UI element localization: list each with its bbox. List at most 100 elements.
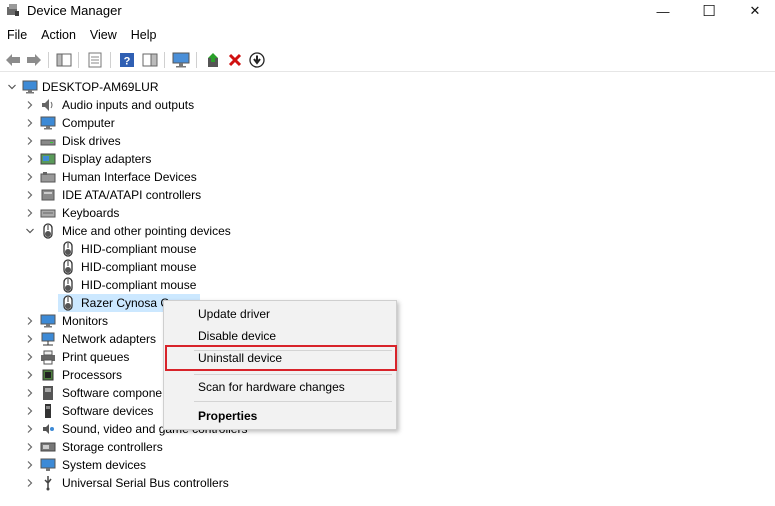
category-expand-chevron-icon[interactable] [25, 208, 35, 218]
menu-bar: File Action View Help [0, 25, 164, 45]
printer-icon [41, 350, 55, 365]
tree-category-label: Monitors [62, 314, 109, 328]
mouse-icon [63, 295, 73, 311]
context-properties[interactable]: Properties [164, 405, 396, 427]
help-icon: ? [120, 53, 134, 68]
monitor-icon [40, 116, 56, 130]
scan-hardware-button[interactable] [172, 51, 190, 69]
root-expand-chevron-icon[interactable] [7, 82, 17, 92]
context-menu: Update driver Disable device Uninstall d… [163, 300, 397, 430]
maximize-icon: ☐ [702, 3, 716, 20]
tree-category-label: Processors [62, 368, 123, 382]
close-icon: ✕ [749, 3, 761, 18]
display-adapter-icon [40, 153, 56, 165]
properties-toolbar-button[interactable] [86, 51, 104, 69]
disable-device-button[interactable] [248, 51, 266, 69]
category-expand-chevron-icon[interactable] [25, 118, 35, 128]
category-expand-chevron-icon[interactable] [25, 370, 35, 380]
usb-icon [44, 476, 52, 491]
category-collapse-chevron-icon[interactable] [25, 226, 35, 236]
mouse-icon [43, 223, 53, 239]
category-expand-chevron-icon[interactable] [25, 334, 35, 344]
software-component-icon [43, 386, 53, 400]
tree-device-label: HID-compliant mouse [81, 242, 197, 256]
storage-icon [40, 442, 56, 452]
software-device-icon [45, 404, 51, 418]
category-expand-chevron-icon[interactable] [25, 352, 35, 362]
forward-button[interactable] [25, 51, 43, 69]
action-pane-button[interactable] [141, 51, 159, 69]
uninstall-highlight-box [165, 345, 397, 371]
back-button[interactable] [4, 51, 22, 69]
network-icon [41, 332, 55, 346]
tree-category-label: Universal Serial Bus controllers [62, 476, 229, 490]
toolbar-separator [196, 52, 197, 68]
tree-category-label: Computer [62, 116, 115, 130]
category-expand-chevron-icon[interactable] [25, 406, 35, 416]
category-expand-chevron-icon[interactable] [25, 172, 35, 182]
svg-text:?: ? [124, 56, 131, 68]
category-expand-chevron-icon[interactable] [25, 460, 35, 470]
minimize-icon: — [656, 3, 670, 19]
title-bar: Device Manager — ☐ ✕ [0, 0, 775, 22]
tree-category-label: Keyboards [62, 206, 120, 220]
tree-device-label: HID-compliant mouse [81, 278, 197, 292]
tree-category-label: Network adapters [62, 332, 157, 346]
properties-sheet-icon [88, 52, 102, 68]
mouse-icon [63, 241, 73, 257]
tree-device-label: Razer Cynosa C [81, 296, 170, 310]
menu-view[interactable]: View [83, 25, 124, 45]
menu-help[interactable]: Help [124, 25, 164, 45]
context-scan-hardware[interactable]: Scan for hardware changes [164, 376, 396, 398]
red-x-icon [228, 53, 242, 67]
toolbar-separator [48, 52, 49, 68]
forward-arrow-icon [27, 54, 41, 66]
category-expand-chevron-icon[interactable] [25, 154, 35, 164]
category-expand-chevron-icon[interactable] [25, 136, 35, 146]
help-button[interactable]: ? [118, 51, 136, 69]
toolbar-separator [78, 52, 79, 68]
show-hide-console-button[interactable] [55, 51, 73, 69]
menu-action[interactable]: Action [34, 25, 83, 45]
system-icon [40, 458, 56, 471]
toolbar: ? [0, 48, 775, 72]
category-expand-chevron-icon[interactable] [25, 190, 35, 200]
toolbar-separator [164, 52, 165, 68]
mouse-icon [63, 259, 73, 275]
tree-root-label: DESKTOP-AM69LUR [42, 80, 159, 94]
menu-file[interactable]: File [0, 25, 34, 45]
device-manager-icon [7, 4, 19, 16]
keyboard-icon [40, 209, 56, 218]
category-expand-chevron-icon[interactable] [25, 424, 35, 434]
close-button[interactable]: ✕ [732, 0, 775, 22]
context-disable-device[interactable]: Disable device [164, 325, 396, 347]
ide-controller-icon [41, 189, 55, 201]
tree-device-label: HID-compliant mouse [81, 260, 197, 274]
processor-icon [42, 369, 54, 381]
category-expand-chevron-icon[interactable] [25, 478, 35, 488]
action-pane-icon [142, 53, 158, 67]
tree-category-label: Human Interface Devices [62, 170, 197, 184]
category-expand-chevron-icon[interactable] [25, 316, 35, 326]
tree-category-label: Display adapters [62, 152, 152, 166]
maximize-button[interactable]: ☐ [686, 0, 732, 22]
context-separator [194, 401, 392, 402]
context-update-driver[interactable]: Update driver [164, 303, 396, 325]
category-expand-chevron-icon[interactable] [25, 100, 35, 110]
tree-category-label: IDE ATA/ATAPI controllers [62, 188, 202, 202]
category-expand-chevron-icon[interactable] [25, 388, 35, 398]
minimize-button[interactable]: — [640, 0, 686, 22]
toolbar-separator [110, 52, 111, 68]
scan-monitor-icon [172, 52, 190, 68]
category-expand-chevron-icon[interactable] [25, 442, 35, 452]
monitor-icon [40, 314, 56, 328]
back-arrow-icon [6, 54, 20, 66]
update-driver-button[interactable] [204, 51, 222, 69]
tree-category-label: Mice and other pointing devices [62, 224, 231, 238]
console-tree-icon [56, 53, 72, 67]
down-arrow-circle-icon [249, 52, 265, 68]
sound-icon [43, 424, 54, 434]
tree-category-label: Disk drives [62, 134, 121, 148]
uninstall-button[interactable] [226, 51, 244, 69]
tree-category-label: Software devices [62, 404, 154, 418]
